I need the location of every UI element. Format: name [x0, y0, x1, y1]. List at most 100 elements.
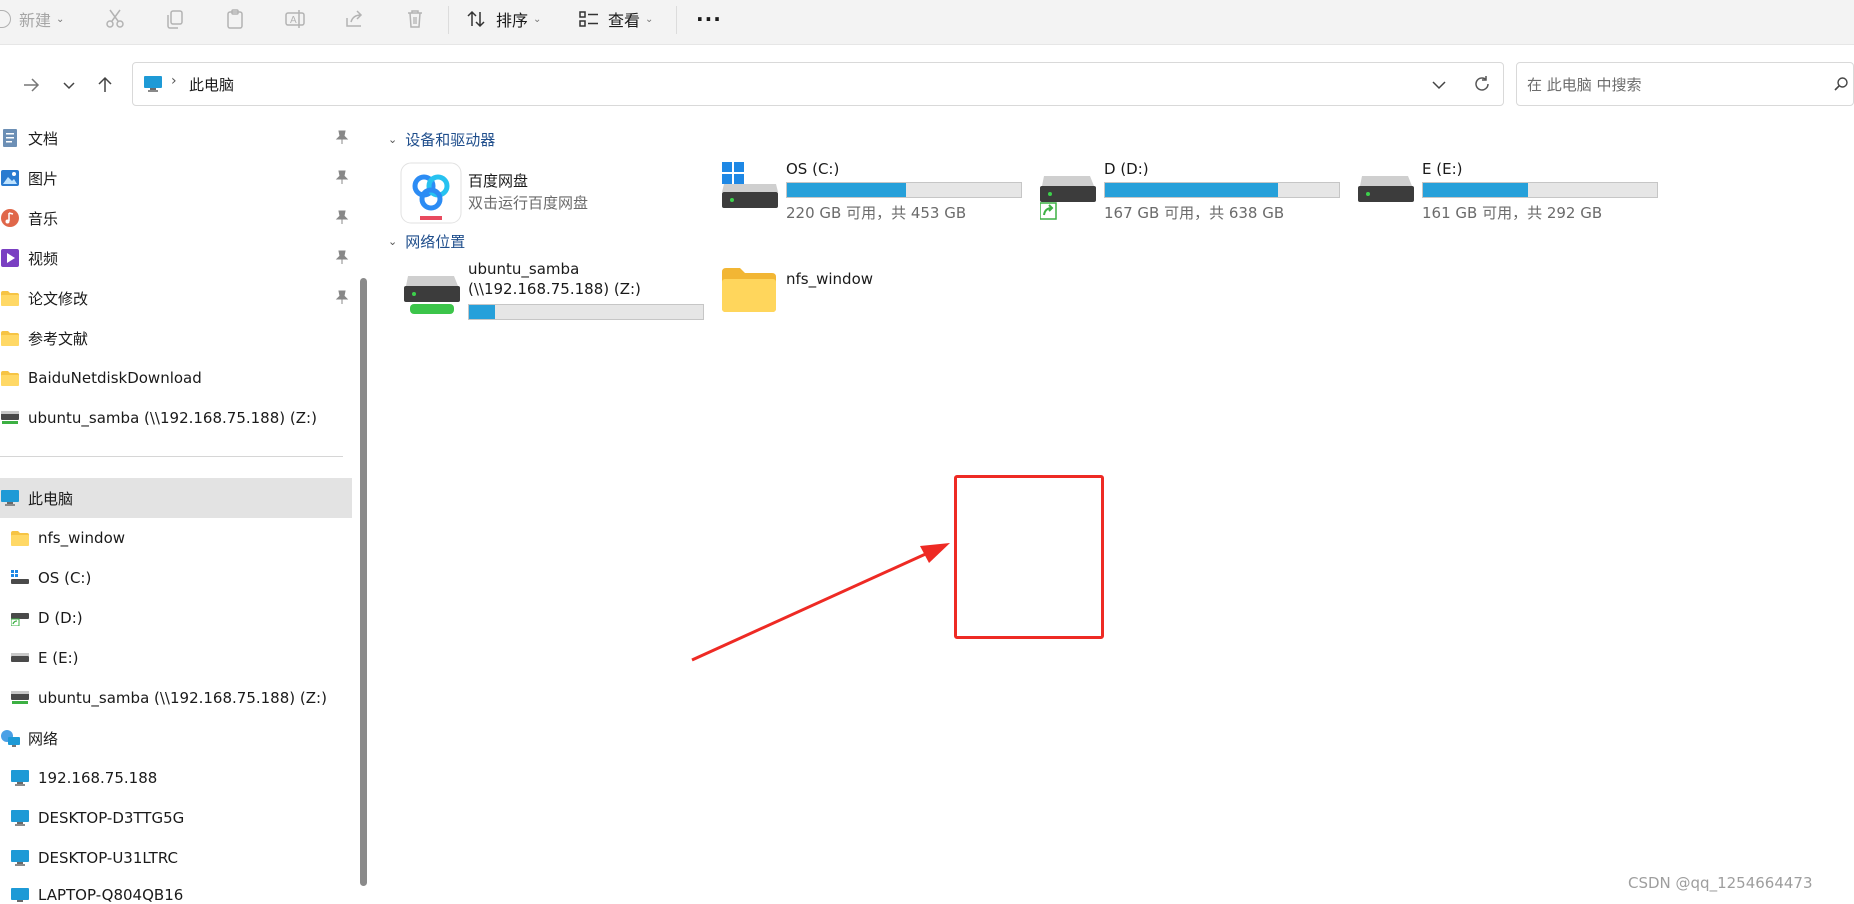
sidebar-item-drive-z[interactable]: ubuntu_samba (\\192.168.75.188) (Z:) — [0, 678, 352, 718]
shared-drive-icon — [10, 608, 30, 628]
sidebar-item-label: D (D:) — [38, 609, 83, 627]
recent-locations-button[interactable] — [54, 70, 84, 100]
sidebar-item-network-host[interactable]: DESKTOP-D3TTG5G — [0, 798, 352, 838]
network-drive-icon — [404, 276, 460, 314]
sidebar-item-paper-revision[interactable]: 论文修改 — [0, 278, 352, 318]
sidebar-item-pictures[interactable]: 图片 — [0, 158, 352, 198]
tile-name: nfs_window — [786, 270, 874, 288]
new-icon — [0, 10, 11, 28]
network-drive-icon — [0, 408, 20, 428]
search-box[interactable]: 在 此电脑 中搜索 — [1516, 62, 1854, 106]
sidebar-item-documents[interactable]: 文档 — [0, 118, 352, 158]
sidebar-item-network-host[interactable]: DESKTOP-U31LTRC — [0, 838, 352, 878]
sidebar-item-network-host[interactable]: 192.168.75.188 — [0, 758, 352, 798]
drive-usage-fill — [1423, 183, 1529, 197]
rename-button[interactable]: A — [284, 0, 306, 38]
sidebar-item-label: 图片 — [28, 169, 59, 188]
sidebar-item-label: DESKTOP-U31LTRC — [38, 849, 178, 867]
collapse-chevron-icon: ⌄ — [388, 132, 398, 146]
baidu-netdisk-tile[interactable]: 百度网盘 双击运行百度网盘 — [400, 158, 700, 228]
sidebar-item-label: 文档 — [28, 129, 59, 148]
sidebar-item-label: 论文修改 — [28, 289, 89, 308]
sidebar-item-music[interactable]: 音乐 — [0, 198, 352, 238]
cut-button[interactable] — [104, 0, 126, 38]
sidebar-scrollbar[interactable] — [360, 278, 367, 886]
pin-icon[interactable] — [335, 250, 349, 264]
group-header-devices[interactable]: ⌄ 设备和驱动器 — [388, 128, 495, 150]
rename-icon: A — [285, 10, 305, 28]
folder-tile-nfs-window[interactable]: nfs_window — [722, 262, 1022, 316]
arrow-right-icon — [24, 78, 40, 92]
computer-icon — [10, 886, 30, 904]
sidebar-item-label: 音乐 — [28, 209, 59, 228]
network-icon — [0, 728, 20, 748]
drive-icon — [10, 648, 30, 668]
windows-drive-icon — [722, 162, 778, 208]
pictures-icon — [0, 168, 20, 188]
sidebar-item-this-pc[interactable]: 此电脑 — [0, 478, 352, 518]
drive-tile-d[interactable]: D (D:) 167 GB 可用，共 638 GB — [1040, 158, 1340, 228]
group-header-label: 设备和驱动器 — [405, 130, 496, 149]
sidebar-item-network[interactable]: 网络 — [0, 718, 352, 758]
view-icon — [579, 11, 598, 27]
pin-icon[interactable] — [335, 130, 349, 144]
shared-drive-icon — [1040, 176, 1096, 220]
drive-capacity: 161 GB 可用，共 292 GB — [1422, 204, 1603, 222]
sidebar-item-references[interactable]: 参考文献 — [0, 318, 352, 358]
sidebar-item-network-host[interactable]: LAPTOP-Q804QB16 — [0, 878, 352, 904]
group-header-network-locations[interactable]: ⌄ 网络位置 — [388, 230, 465, 252]
network-drive-tile-z[interactable]: ubuntu_samba (\\192.168.75.188) (Z:) — [404, 260, 704, 324]
sidebar-divider — [0, 456, 343, 457]
share-button[interactable] — [344, 0, 366, 38]
sidebar-item-label: 视频 — [28, 249, 59, 268]
forward-button[interactable] — [16, 70, 46, 100]
address-dropdown-icon[interactable] — [1431, 77, 1447, 93]
sidebar-item-drive-c[interactable]: OS (C:) — [0, 558, 352, 598]
sidebar-item-nfs-window[interactable]: nfs_window — [0, 518, 352, 558]
pin-icon[interactable] — [335, 170, 349, 184]
copy-icon — [167, 10, 183, 29]
view-button[interactable]: 查看 ⌄ — [578, 0, 653, 38]
breadcrumb-this-pc[interactable]: 此电脑 — [189, 74, 234, 95]
paste-button[interactable] — [224, 0, 246, 38]
drive-usage-bar — [786, 182, 1022, 198]
tile-name: D (D:) — [1104, 160, 1149, 178]
up-button[interactable] — [90, 70, 120, 100]
folder-icon — [0, 288, 20, 308]
chevron-down-icon: ⌄ — [56, 13, 65, 25]
new-button[interactable]: 新建 ⌄ — [0, 0, 64, 38]
more-options-button[interactable]: ··· — [696, 0, 722, 38]
tile-name: 百度网盘 — [468, 172, 529, 190]
sort-icon — [467, 10, 485, 28]
cut-icon — [106, 9, 124, 28]
baidu-netdisk-icon — [400, 162, 462, 224]
tile-name: OS (C:) — [786, 160, 840, 178]
paste-icon — [227, 9, 243, 29]
pin-icon[interactable] — [335, 210, 349, 224]
new-button-label: 新建 — [19, 11, 52, 30]
tile-name: ubuntu_samba — [468, 260, 580, 278]
documents-icon — [0, 128, 20, 148]
address-bar[interactable]: › 此电脑 — [132, 62, 1504, 106]
arrow-up-icon — [98, 76, 112, 92]
tile-name: E (E:) — [1422, 160, 1463, 178]
sidebar-item-label: ubuntu_samba (\\192.168.75.188) (Z:) — [38, 689, 327, 707]
sidebar-item-ubuntu-samba[interactable]: ubuntu_samba (\\192.168.75.188) (Z:) — [0, 398, 352, 438]
pin-icon[interactable] — [335, 290, 349, 304]
collapse-chevron-icon: ⌄ — [388, 234, 398, 248]
computer-icon — [10, 848, 30, 868]
sidebar-item-drive-e[interactable]: E (E:) — [0, 638, 352, 678]
sidebar-item-label: nfs_window — [38, 529, 126, 547]
drive-tile-e[interactable]: E (E:) 161 GB 可用，共 292 GB — [1358, 158, 1658, 228]
search-input[interactable]: 在 此电脑 中搜索 — [1527, 74, 1642, 95]
sidebar-item-videos[interactable]: 视频 — [0, 238, 352, 278]
sidebar-item-baidunetdiskdownload[interactable]: BaiduNetdiskDownload — [0, 358, 352, 398]
copy-button[interactable] — [164, 0, 186, 38]
sidebar-item-drive-d[interactable]: D (D:) — [0, 598, 352, 638]
refresh-icon[interactable] — [1473, 75, 1491, 93]
delete-button[interactable] — [404, 0, 426, 38]
sort-button[interactable]: 排序 ⌄ — [466, 0, 541, 38]
music-icon — [0, 208, 20, 228]
sidebar-item-label: E (E:) — [38, 649, 79, 667]
drive-tile-c[interactable]: OS (C:) 220 GB 可用，共 453 GB — [722, 158, 1022, 228]
